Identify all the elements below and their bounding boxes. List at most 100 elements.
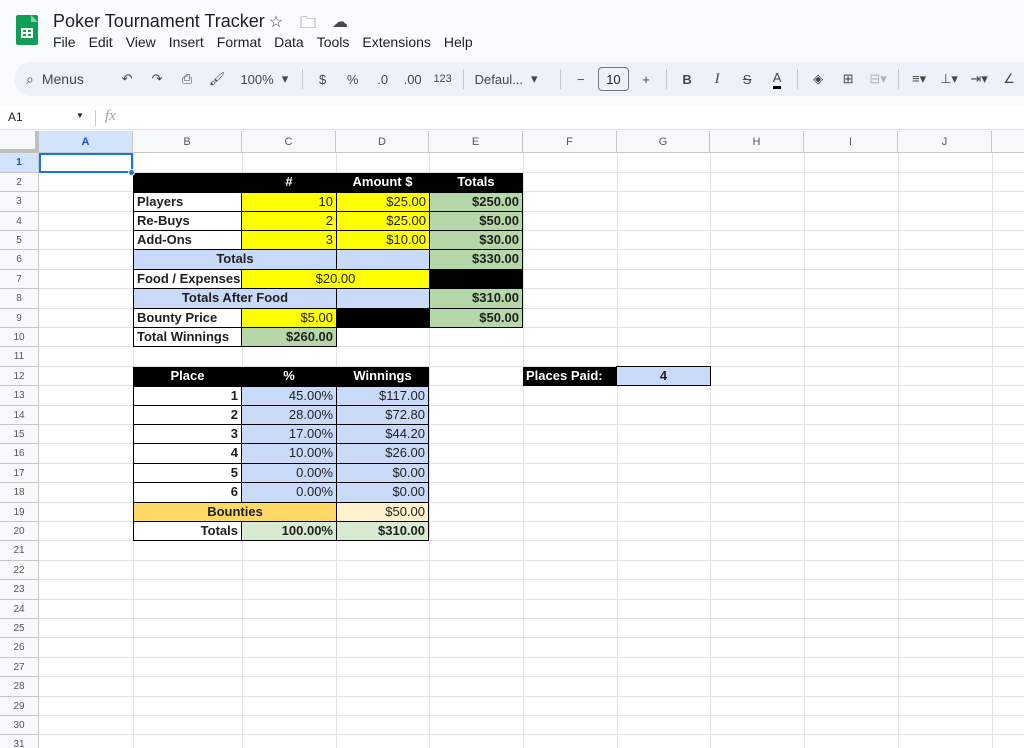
paint-format-icon[interactable]: 🖌 <box>204 66 230 92</box>
menu-format[interactable]: Format <box>217 34 268 50</box>
row-header-5[interactable]: 5 <box>0 231 39 250</box>
row-header-31[interactable]: 31 <box>0 735 39 748</box>
column-header-b[interactable]: B <box>133 131 242 153</box>
row-header-27[interactable]: 27 <box>0 658 39 677</box>
totals-after-food-blank[interactable] <box>336 288 430 309</box>
payout-winnings[interactable]: $117.00 <box>336 386 429 406</box>
fill-handle[interactable] <box>128 169 135 176</box>
column-header-g[interactable]: G <box>617 131 710 153</box>
italic-button[interactable]: I <box>704 66 730 92</box>
column-header-k[interactable] <box>992 131 1024 153</box>
places-paid-label[interactable]: Places Paid: <box>523 367 617 386</box>
menu-extensions[interactable]: Extensions <box>362 34 437 50</box>
payout-pct[interactable]: 10.00% <box>241 443 337 464</box>
payout-place[interactable]: 6 <box>133 482 242 503</box>
spreadsheet-grid[interactable]: A B C D E F G H I J 1 2 3 4 5 6 7 8 9 10… <box>0 131 1024 748</box>
food-expenses-value[interactable]: $20.00 <box>241 269 430 289</box>
rebuys-count[interactable]: 2 <box>241 211 337 231</box>
buyin-header-blank[interactable] <box>133 173 242 192</box>
food-expenses-black-cell[interactable] <box>429 269 523 289</box>
players-label[interactable]: Players <box>133 192 242 212</box>
payout-header-winnings[interactable]: Winnings <box>336 367 429 386</box>
bounty-black-cell[interactable] <box>336 308 430 328</box>
active-cell-selection[interactable] <box>39 153 133 173</box>
column-header-h[interactable]: H <box>710 131 804 153</box>
column-header-a[interactable]: A <box>39 131 133 153</box>
horizontal-align-icon[interactable]: ≡▾ <box>906 66 932 92</box>
addons-amount[interactable]: $10.00 <box>336 230 430 250</box>
payout-place[interactable]: 2 <box>133 405 242 425</box>
name-box[interactable]: A1 ▼ <box>8 110 88 124</box>
column-header-c[interactable]: C <box>242 131 336 153</box>
rebuys-amount[interactable]: $25.00 <box>336 211 430 231</box>
totals-label[interactable]: Totals <box>133 249 337 270</box>
bounty-total[interactable]: $50.00 <box>429 308 523 328</box>
buyin-header-totals[interactable]: Totals <box>429 173 523 192</box>
search-menus-button[interactable]: ⌕ Menus <box>26 66 110 92</box>
payout-totals-pct[interactable]: 100.00% <box>241 521 337 541</box>
menu-insert[interactable]: Insert <box>169 34 211 50</box>
bounty-price-value[interactable]: $5.00 <box>241 308 337 328</box>
payout-place[interactable]: 1 <box>133 386 242 406</box>
players-amount[interactable]: $25.00 <box>336 192 430 212</box>
row-header-8[interactable]: 8 <box>0 289 39 309</box>
rebuys-total[interactable]: $50.00 <box>429 211 523 231</box>
row-header-13[interactable]: 13 <box>0 386 39 406</box>
total-winnings-value[interactable]: $260.00 <box>241 327 337 347</box>
payout-pct[interactable]: 17.00% <box>241 424 337 444</box>
row-header-3[interactable]: 3 <box>0 192 39 212</box>
payout-totals-winnings[interactable]: $310.00 <box>336 521 429 541</box>
rebuys-label[interactable]: Re-Buys <box>133 211 242 231</box>
column-header-e[interactable]: E <box>429 131 523 153</box>
decrease-font-size-icon[interactable]: − <box>568 66 594 92</box>
totals-blank-cell[interactable] <box>336 249 430 270</box>
row-header-28[interactable]: 28 <box>0 677 39 697</box>
row-header-10[interactable]: 10 <box>0 328 39 347</box>
row-header-1[interactable]: 1 <box>0 153 39 173</box>
buyin-header-amount[interactable]: Amount $ <box>336 173 429 192</box>
increase-decimal-button[interactable]: .00 <box>400 66 426 92</box>
payout-place[interactable]: 4 <box>133 443 242 464</box>
payout-totals-label[interactable]: Totals <box>133 521 242 541</box>
row-header-18[interactable]: 18 <box>0 483 39 503</box>
text-rotation-icon[interactable]: ∠ <box>996 66 1022 92</box>
row-header-20[interactable]: 20 <box>0 522 39 541</box>
menu-edit[interactable]: Edit <box>89 34 120 50</box>
more-formats-button[interactable]: 123 <box>430 66 456 92</box>
payout-winnings[interactable]: $0.00 <box>336 463 429 483</box>
addons-count[interactable]: 3 <box>241 230 337 250</box>
merge-cells-icon[interactable]: ⊟▾ <box>865 66 891 92</box>
payout-pct[interactable]: 45.00% <box>241 386 337 406</box>
menu-help[interactable]: Help <box>444 34 480 50</box>
total-winnings-label[interactable]: Total Winnings <box>133 327 242 347</box>
bounties-label[interactable]: Bounties <box>133 502 337 522</box>
bold-button[interactable]: B <box>674 66 700 92</box>
row-header-26[interactable]: 26 <box>0 638 39 658</box>
row-header-22[interactable]: 22 <box>0 561 39 580</box>
column-header-f[interactable]: F <box>523 131 617 153</box>
payout-header-place[interactable]: Place <box>133 367 242 386</box>
row-header-25[interactable]: 25 <box>0 619 39 638</box>
players-total[interactable]: $250.00 <box>429 192 523 212</box>
percent-format-button[interactable]: % <box>340 66 366 92</box>
buyin-header-count[interactable]: # <box>242 173 336 192</box>
redo-icon[interactable]: ↷ <box>144 66 170 92</box>
row-header-16[interactable]: 16 <box>0 444 39 464</box>
column-header-j[interactable]: J <box>898 131 992 153</box>
row-header-19[interactable]: 19 <box>0 503 39 522</box>
undo-icon[interactable]: ↶ <box>114 66 140 92</box>
payout-pct[interactable]: 0.00% <box>241 482 337 503</box>
row-header-29[interactable]: 29 <box>0 697 39 716</box>
addons-label[interactable]: Add-Ons <box>133 230 242 250</box>
row-header-12[interactable]: 12 <box>0 367 39 386</box>
row-header-24[interactable]: 24 <box>0 600 39 619</box>
payout-place[interactable]: 3 <box>133 424 242 444</box>
row-header-7[interactable]: 7 <box>0 270 39 289</box>
menu-file[interactable]: File <box>53 34 83 50</box>
zoom-select[interactable]: 100% ▾ <box>234 66 295 92</box>
row-header-4[interactable]: 4 <box>0 212 39 231</box>
strikethrough-button[interactable]: S <box>734 66 760 92</box>
row-header-11[interactable]: 11 <box>0 347 39 367</box>
places-paid-value[interactable]: 4 <box>616 366 711 386</box>
food-expenses-label[interactable]: Food / Expenses <box>133 269 242 289</box>
